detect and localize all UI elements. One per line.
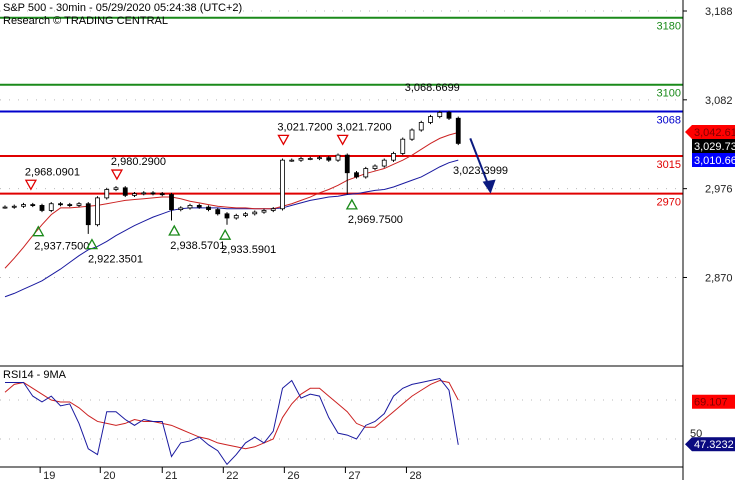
y-tick-label: 3,082 bbox=[705, 95, 733, 107]
candle-body bbox=[104, 189, 110, 199]
annotation-label: 2,922.3501 bbox=[88, 254, 143, 266]
candle-body bbox=[252, 211, 258, 215]
price-tag-label: 3,029.73 bbox=[694, 141, 735, 153]
x-tick-label: 26 bbox=[287, 470, 299, 480]
candle-body bbox=[344, 154, 350, 174]
candle-body bbox=[418, 122, 424, 131]
candle-body bbox=[122, 187, 128, 196]
candle-body bbox=[455, 117, 461, 144]
y-tick-label: 3,188 bbox=[705, 6, 733, 18]
candle-body bbox=[187, 205, 193, 209]
candle-body bbox=[76, 203, 82, 206]
candle-body bbox=[2, 206, 8, 209]
level-label: 3068 bbox=[657, 115, 681, 127]
x-tick-label: 20 bbox=[103, 470, 115, 480]
candle-body bbox=[215, 209, 221, 215]
candle-body bbox=[335, 154, 341, 161]
forecast-label: 3,023.3999 bbox=[453, 165, 508, 177]
candle-body bbox=[446, 111, 452, 119]
candle-body bbox=[150, 192, 156, 195]
candle-body bbox=[85, 203, 91, 226]
candle-body bbox=[58, 203, 63, 206]
chart-root: 3180 3100 3068 3015 2970 2,968.0901 2,937.750… bbox=[0, 0, 735, 480]
candle-body bbox=[30, 204, 36, 206]
candle-body bbox=[39, 205, 45, 211]
level-label: 3100 bbox=[657, 88, 681, 100]
candle-body bbox=[178, 207, 184, 211]
candle-body bbox=[317, 157, 322, 160]
level-label: 3015 bbox=[657, 159, 681, 171]
candle-body bbox=[437, 111, 443, 117]
candle-body bbox=[132, 193, 137, 196]
annotation-label: 3,021.7200 bbox=[337, 121, 392, 133]
candle-body bbox=[289, 159, 295, 162]
candle-body bbox=[391, 153, 396, 161]
candle-body bbox=[372, 165, 378, 169]
y-tick-label: 2,870 bbox=[705, 272, 733, 284]
price-tag-label: 3,010.66 bbox=[694, 155, 735, 167]
candle-body bbox=[67, 204, 73, 206]
candle-body bbox=[21, 204, 26, 207]
candle-body bbox=[428, 116, 433, 123]
candle-body bbox=[280, 159, 285, 210]
candle-body bbox=[233, 215, 239, 219]
chart-subtitle: Research © TRADING CENTRAL bbox=[3, 15, 168, 27]
candle-body bbox=[298, 158, 304, 161]
x-tick-label: 28 bbox=[409, 470, 421, 480]
annotation-label: 2,938.5701 bbox=[170, 240, 225, 252]
level-label: 2970 bbox=[657, 197, 681, 209]
candle-body bbox=[48, 203, 54, 211]
candle-body bbox=[400, 138, 406, 154]
candle-body bbox=[169, 194, 174, 211]
candle-body bbox=[113, 187, 119, 190]
annotation-label: 2,933.5901 bbox=[221, 244, 276, 256]
annotation-label: 3,068.6699 bbox=[405, 82, 460, 94]
x-tick-label: 19 bbox=[43, 470, 55, 480]
rsi-title: RSI14 - 9MA bbox=[3, 369, 67, 381]
candle-body bbox=[381, 159, 387, 167]
x-tick-label: 21 bbox=[165, 470, 177, 480]
candle-body bbox=[354, 172, 359, 178]
candle-body bbox=[326, 157, 332, 161]
candle-body bbox=[243, 213, 248, 216]
x-tick-label: 22 bbox=[226, 470, 238, 480]
candle-body bbox=[206, 206, 211, 211]
price-tag-label: 69.107 bbox=[694, 397, 728, 409]
candle-body bbox=[363, 168, 369, 178]
annotation-label: 2,969.7500 bbox=[348, 214, 403, 226]
y-tick-label: 2,976 bbox=[705, 184, 733, 196]
candle-body bbox=[307, 158, 313, 160]
candle-body bbox=[141, 192, 147, 195]
annotation-label: 3,021.7200 bbox=[277, 121, 332, 133]
candle-body bbox=[409, 129, 415, 140]
level-label: 3180 bbox=[657, 21, 681, 33]
candle-body bbox=[95, 197, 100, 226]
candle-body bbox=[159, 193, 165, 196]
price-tag-label: 3,042.61 bbox=[694, 127, 735, 139]
candle-body bbox=[224, 213, 230, 219]
candle-body bbox=[261, 210, 267, 213]
annotation-label: 2,937.7500 bbox=[34, 241, 89, 253]
candle-body bbox=[11, 205, 17, 208]
candle-body bbox=[270, 208, 276, 211]
chart-title: S&P 500 - 30min - 05/29/2020 05:24:38 (U… bbox=[3, 2, 242, 14]
annotation-label: 2,968.0901 bbox=[25, 166, 80, 178]
x-tick-label: 27 bbox=[348, 470, 360, 480]
candle-body bbox=[196, 205, 202, 208]
price-tag-label: 47.3232 bbox=[694, 439, 734, 451]
annotation-label: 2,980.2900 bbox=[111, 156, 166, 168]
